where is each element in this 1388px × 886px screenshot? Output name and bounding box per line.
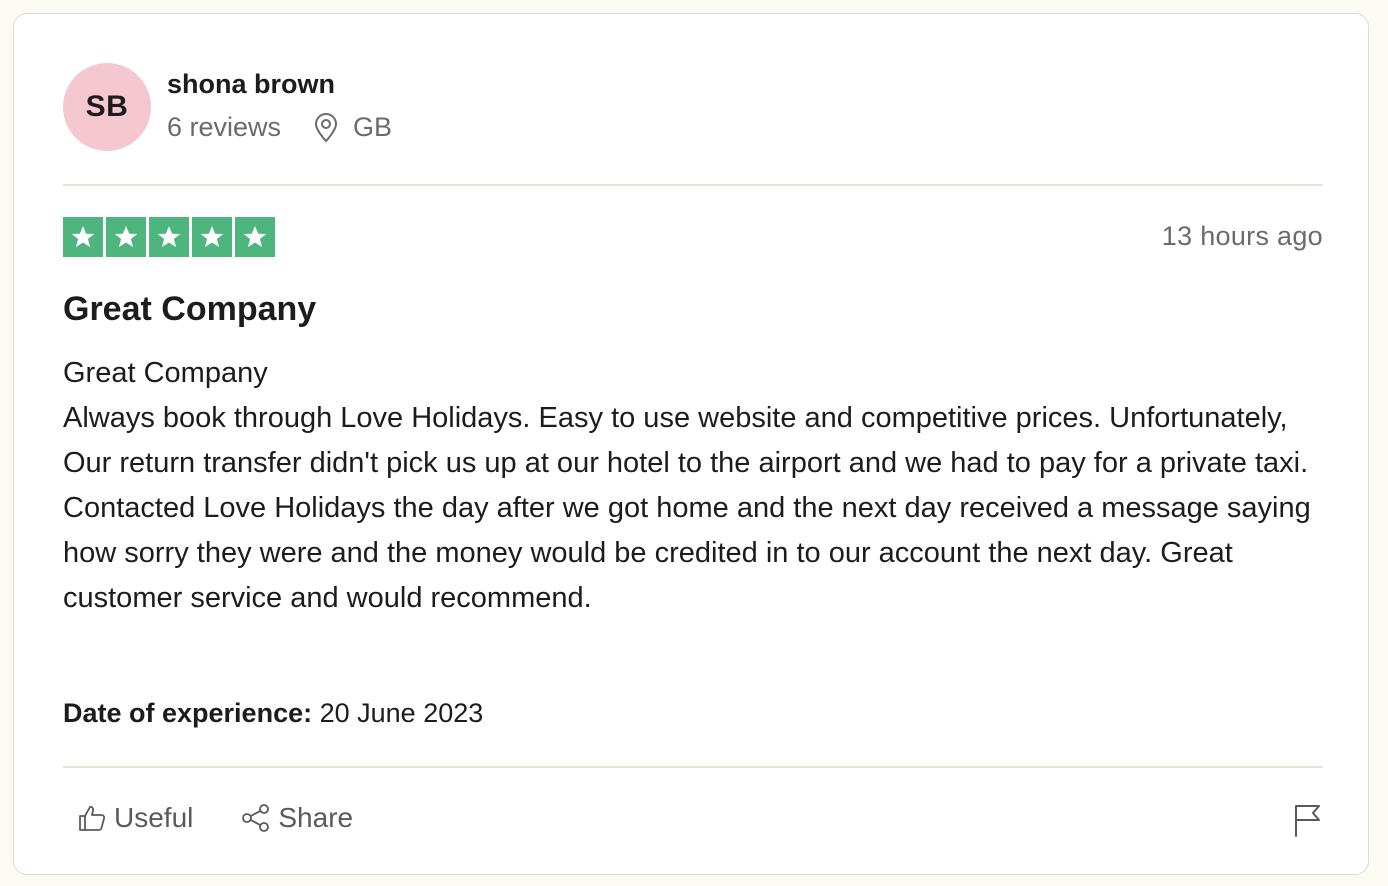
date-of-experience: Date of experience: 20 June 2023 <box>63 698 483 729</box>
report-flag-button[interactable] <box>1293 803 1323 842</box>
footer-divider <box>63 766 1323 768</box>
experience-label: Date of experience: <box>63 698 313 728</box>
map-pin-icon <box>315 112 338 142</box>
star-icon <box>192 217 232 257</box>
review-body: Great Company Always book through Love H… <box>63 351 1325 621</box>
star-icon <box>63 217 103 257</box>
thumbs-up-icon <box>79 806 106 831</box>
avatar[interactable]: SB <box>63 63 151 151</box>
reviewer-country: GB <box>353 112 393 142</box>
header-divider <box>63 184 1323 186</box>
star-icon <box>149 217 189 257</box>
star-icon <box>106 217 146 257</box>
review-title[interactable]: Great Company <box>63 290 316 329</box>
review-body-line: Great Company <box>63 357 268 389</box>
star-rating <box>63 217 275 257</box>
reviews-count: 6 reviews <box>167 112 282 142</box>
useful-label: Useful <box>114 802 194 833</box>
share-label: Share <box>278 802 354 833</box>
avatar-initials: SB <box>85 90 129 123</box>
review-time: 13 hours ago <box>1161 221 1323 251</box>
star-icon <box>235 217 275 257</box>
reviewer-location: GB <box>313 112 392 143</box>
useful-button[interactable]: Useful <box>77 802 193 834</box>
review-card: SB shona brown 6 reviews GB 13 hours ago… <box>13 13 1369 875</box>
experience-date: 20 June 2023 <box>319 698 484 728</box>
review-actions: Useful Share <box>77 802 353 834</box>
reviewer-name[interactable]: shona brown <box>167 69 335 100</box>
reviewer-meta: 6 reviews GB <box>167 112 392 143</box>
share-icon <box>242 804 270 832</box>
share-button[interactable]: Share <box>241 802 353 834</box>
review-body-line: Always book through Love Holidays. Easy … <box>63 402 1311 614</box>
flag-icon <box>1295 805 1320 837</box>
